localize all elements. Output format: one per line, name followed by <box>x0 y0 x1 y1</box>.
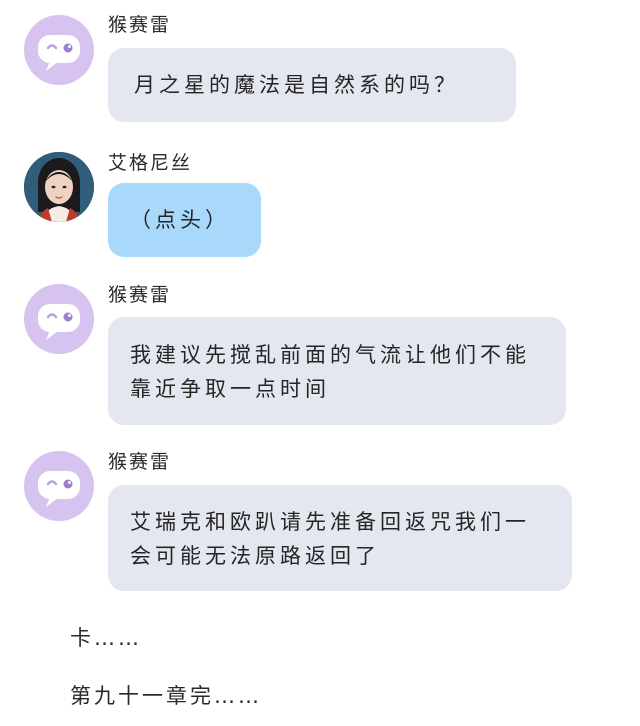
bot-avatar-icon[interactable] <box>24 284 94 354</box>
chat-message: 艾格尼丝 （点头） <box>0 140 640 265</box>
sender-name: 猴赛雷 <box>108 451 172 473</box>
message-bubble: 月之星的魔法是自然系的吗？ <box>108 48 516 122</box>
sender-name: 艾格尼丝 <box>108 152 193 174</box>
bot-avatar-icon[interactable] <box>24 15 94 85</box>
profile-photo[interactable] <box>24 152 94 222</box>
chat-message: 猴赛雷 月之星的魔法是自然系的吗？ <box>0 0 640 130</box>
chat-message: 猴赛雷 艾瑞克和欧趴请先准备回返咒我们一会可能无法原路返回了 <box>0 445 640 595</box>
narration-line: 卡…… <box>70 626 142 650</box>
bot-avatar-icon[interactable] <box>24 451 94 521</box>
chat-message: 猴赛雷 我建议先搅乱前面的气流让他们不能靠近争取一点时间 <box>0 280 640 430</box>
message-bubble: （点头） <box>108 183 261 257</box>
message-bubble: 艾瑞克和欧趴请先准备回返咒我们一会可能无法原路返回了 <box>108 485 572 591</box>
sender-name: 猴赛雷 <box>108 284 172 306</box>
sender-name: 猴赛雷 <box>108 14 172 36</box>
chapter-end-line: 第九十一章完…… <box>70 684 262 708</box>
message-bubble: 我建议先搅乱前面的气流让他们不能靠近争取一点时间 <box>108 317 566 425</box>
